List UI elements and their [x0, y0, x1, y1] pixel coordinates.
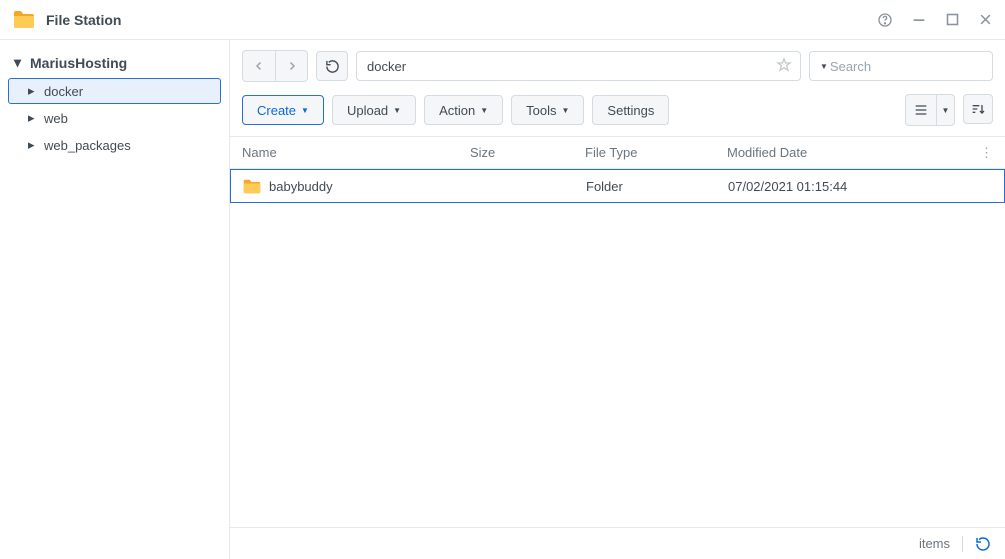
header-menu-icon[interactable]: ⋮: [968, 145, 1005, 161]
create-button[interactable]: Create▼: [242, 95, 324, 125]
chevron-down-icon: ▼: [393, 106, 401, 115]
sidebar-item-label: web_packages: [44, 138, 131, 153]
maximize-icon[interactable]: [945, 12, 960, 27]
chevron-down-icon: ▼: [562, 106, 570, 115]
nav-forward-button[interactable]: [275, 51, 307, 81]
search-input[interactable]: [830, 59, 1005, 74]
folder-icon: [243, 179, 261, 194]
settings-button[interactable]: Settings: [592, 95, 669, 125]
row-modified: 07/02/2021 01:15:44: [716, 179, 976, 194]
app-title: File Station: [46, 12, 877, 28]
title-bar: File Station: [0, 0, 1005, 40]
sort-button[interactable]: [963, 94, 993, 124]
chevron-down-icon: ▼: [820, 62, 828, 71]
status-refresh-button[interactable]: [975, 536, 991, 552]
minimize-icon[interactable]: [911, 12, 927, 28]
header-type[interactable]: File Type: [573, 145, 715, 160]
upload-button[interactable]: Upload▼: [332, 95, 416, 125]
row-name: babybuddy: [269, 179, 333, 194]
path-text: docker: [367, 59, 406, 74]
chevron-down-icon: ▼: [301, 106, 309, 115]
tree-root-label: MariusHosting: [30, 55, 127, 71]
sidebar: ▾ MariusHosting ▸ docker ▸ web ▸ web_pac…: [0, 40, 230, 559]
status-items-label: items: [919, 536, 950, 551]
sidebar-item-label: docker: [44, 84, 83, 99]
caret-right-icon: ▸: [28, 110, 38, 126]
action-button[interactable]: Action▼: [424, 95, 503, 125]
sidebar-item-docker[interactable]: ▸ docker: [8, 78, 221, 104]
caret-right-icon: ▸: [28, 137, 38, 153]
sidebar-item-web[interactable]: ▸ web: [8, 105, 221, 131]
view-list-button[interactable]: [906, 95, 936, 125]
header-modified[interactable]: Modified Date: [715, 145, 968, 160]
refresh-button[interactable]: [316, 51, 348, 81]
caret-down-icon: ▾: [14, 54, 24, 71]
divider: [962, 536, 963, 552]
view-dropdown-button[interactable]: ▼: [936, 95, 954, 125]
close-icon[interactable]: [978, 12, 993, 27]
grid-header: Name Size File Type Modified Date ⋮: [230, 137, 1005, 169]
tree-root[interactable]: ▾ MariusHosting: [8, 48, 221, 77]
search-box[interactable]: ▼: [809, 51, 993, 81]
row-type: Folder: [574, 179, 716, 194]
header-size[interactable]: Size: [458, 145, 573, 160]
table-row[interactable]: babybuddy Folder 07/02/2021 01:15:44: [230, 169, 1005, 203]
nav-history-buttons: [242, 50, 308, 82]
sidebar-item-web-packages[interactable]: ▸ web_packages: [8, 132, 221, 158]
nav-back-button[interactable]: [243, 51, 275, 81]
status-bar: items: [230, 527, 1005, 559]
help-icon[interactable]: [877, 12, 893, 28]
app-folder-icon: [12, 8, 36, 32]
caret-right-icon: ▸: [28, 83, 38, 99]
tools-button[interactable]: Tools▼: [511, 95, 584, 125]
path-bar[interactable]: docker: [356, 51, 801, 81]
favorite-star-icon[interactable]: [776, 57, 792, 76]
view-mode-group: ▼: [905, 94, 955, 126]
header-name[interactable]: Name: [230, 145, 458, 160]
chevron-down-icon: ▼: [480, 106, 488, 115]
sidebar-item-label: web: [44, 111, 68, 126]
